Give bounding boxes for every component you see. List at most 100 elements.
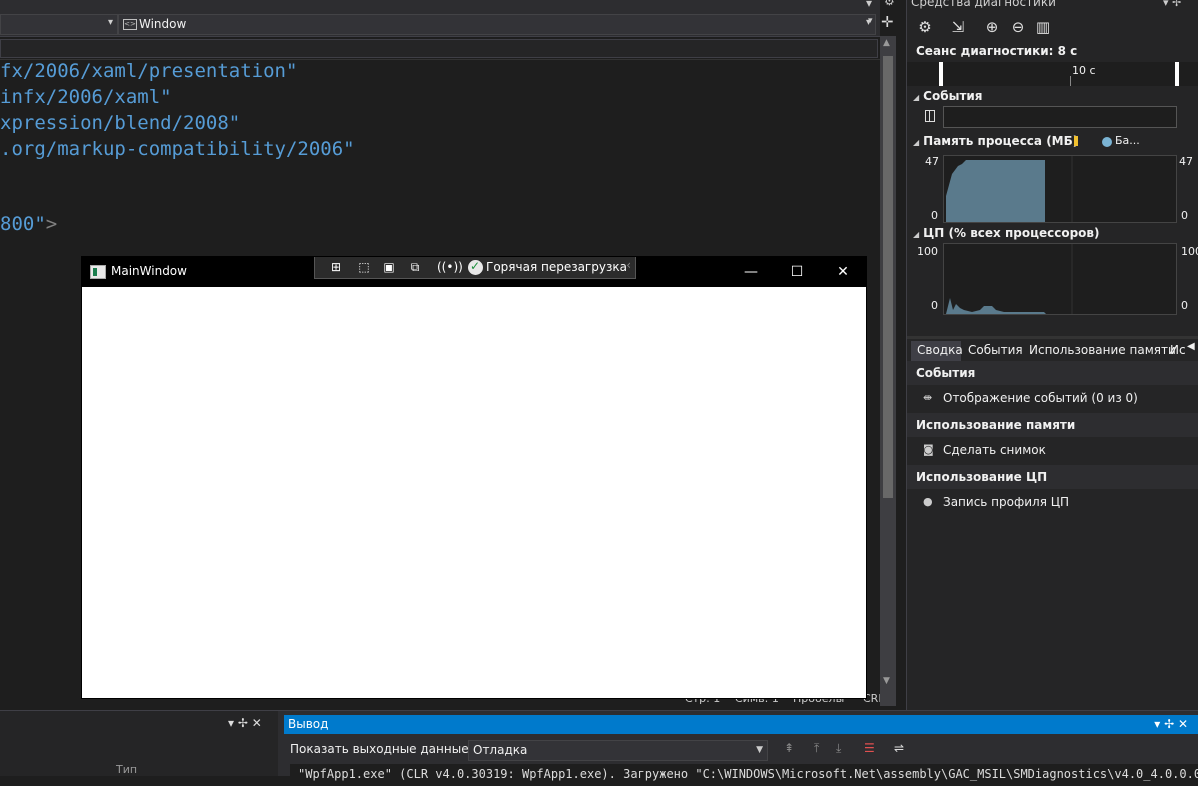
- window-title: MainWindow: [111, 264, 187, 278]
- memory-legend-dot: [1102, 137, 1112, 147]
- memory-axis-min-right: 0: [1181, 209, 1188, 222]
- navigation-bar: ▾ <> Window ▾: [0, 12, 880, 37]
- session-timeline[interactable]: 10 с: [907, 62, 1198, 86]
- xaml-runtime-toolbar: ⊞ ⬚ ▣ ⧉ ((•)) Горячая перезагрузка ‹: [314, 257, 636, 279]
- show-events-link[interactable]: Отображение событий (0 из 0): [943, 391, 1138, 405]
- memory-chart[interactable]: [943, 155, 1177, 223]
- summary-memory-header: Использование памяти: [907, 413, 1198, 437]
- member-dropdown[interactable]: <> Window ▾: [118, 14, 876, 35]
- summary-events-header: События: [907, 361, 1198, 385]
- tab-summary[interactable]: Сводка: [911, 341, 963, 361]
- memory-legend-label: Ба...: [1115, 134, 1140, 147]
- output-title: Вывод: [288, 717, 329, 731]
- panel-title: Средства диагностики: [911, 0, 1056, 9]
- next-message-icon[interactable]: ⤓: [836, 741, 841, 756]
- clear-all-icon[interactable]: ☰: [864, 741, 875, 755]
- dropdown-arrow-icon[interactable]: ▾: [866, 0, 872, 10]
- cpu-chart[interactable]: [943, 243, 1177, 315]
- chevron-down-icon: ▾: [107, 17, 113, 28]
- output-source-value: Отладка: [473, 743, 528, 757]
- member-dropdown-label: Window: [139, 17, 187, 31]
- record-cpu-profile-link[interactable]: Запись профиля ЦП: [943, 495, 1069, 509]
- code-bracket: >: [45, 213, 58, 235]
- track-focus-icon[interactable]: ⧉: [406, 259, 424, 275]
- collapse-chevron-icon[interactable]: ‹: [626, 258, 631, 272]
- minimize-button[interactable]: —: [728, 257, 774, 287]
- timeline-end-marker[interactable]: [1175, 62, 1179, 86]
- pin-close-icons[interactable]: ▾ ✢ ✕: [228, 716, 262, 730]
- window-titlebar[interactable]: MainWindow — ☐ ✕ ⊞ ⬚ ▣ ⧉ ((•)) Горячая п…: [82, 257, 866, 287]
- bottom-panels: ▾ ✢ ✕ Тип Вывод ▾ ✢ ✕ Показать выходные …: [0, 710, 1198, 786]
- memory-axis-min: 0: [931, 209, 938, 222]
- code-line: 800">: [0, 213, 57, 235]
- scroll-up-icon[interactable]: ▲: [883, 38, 890, 48]
- split-add-icon[interactable]: ✛: [881, 13, 894, 31]
- breadcrumb-bar: [0, 37, 880, 60]
- events-section-header[interactable]: ◢ События: [913, 89, 983, 103]
- close-button[interactable]: ✕: [820, 257, 866, 287]
- diag-toolbar: ⚙ ⇲ ⊕ ⊖ ▥: [907, 13, 1198, 41]
- word-wrap-icon[interactable]: ⇌: [894, 741, 904, 755]
- output-text[interactable]: "WpfApp1.exe" (CLR v4.0.30319: WpfApp1.e…: [290, 764, 1198, 786]
- type-dropdown[interactable]: ▾: [0, 14, 118, 35]
- code-line: fx/2006/xaml/presentation": [0, 60, 298, 82]
- scroll-down-icon[interactable]: ▼: [883, 676, 890, 686]
- chevron-down-icon[interactable]: ▾: [868, 16, 873, 26]
- snapshot-legend-icon: [1074, 136, 1078, 146]
- diagnostics-tabs: Сводка События Использование памяти Ис ◀: [907, 336, 1198, 363]
- tab-cpu-usage[interactable]: Ис: [1170, 343, 1186, 357]
- show-output-label: Показать выходные данные из:: [290, 742, 491, 756]
- maximize-button[interactable]: ☐: [774, 257, 820, 287]
- output-source-select[interactable]: Отладка ▼: [468, 740, 768, 761]
- cpu-axis-max: 100: [917, 245, 938, 258]
- cpu-header-label: ЦП (% всех процессоров): [923, 226, 1100, 240]
- pin-icon[interactable]: ▾ ✢: [1163, 0, 1181, 9]
- memory-graph: [946, 156, 1073, 222]
- code-line: .org/markup-compatibility/2006": [0, 138, 355, 160]
- binding-failures-icon[interactable]: ((•)): [437, 259, 463, 275]
- events-view-icon: ⇼: [923, 391, 933, 404]
- tab-memory-usage[interactable]: Использование памяти: [1029, 343, 1176, 357]
- zoom-out-icon[interactable]: ⊖: [1008, 17, 1028, 37]
- cpu-section-header[interactable]: ◢ ЦП (% всех процессоров): [913, 226, 1100, 240]
- editor-top-strip: [0, 0, 880, 12]
- zoom-in-icon[interactable]: ⊕: [982, 17, 1002, 37]
- reset-view-icon[interactable]: ▥: [1033, 17, 1053, 37]
- cpu-axis-max-right: 100: [1181, 245, 1198, 258]
- code-line: xpression/blend/2008": [0, 112, 241, 134]
- code-line: infx/2006/xaml": [0, 86, 172, 108]
- export-icon[interactable]: ⇲: [948, 17, 968, 37]
- take-snapshot-link[interactable]: Сделать снимок: [943, 443, 1046, 457]
- timeline-tick: [1070, 76, 1071, 86]
- prev-message-icon[interactable]: ⤒: [814, 741, 819, 756]
- find-message-icon[interactable]: ⇞: [784, 741, 794, 755]
- summary-cpu-header: Использование ЦП: [907, 465, 1198, 489]
- cpu-area: [946, 298, 1046, 314]
- left-tool-window: ▾ ✢ ✕ Тип: [0, 711, 278, 776]
- gear-icon[interactable]: ⚙: [884, 0, 895, 8]
- settings-gear-icon[interactable]: ⚙: [915, 17, 935, 37]
- pause-icon[interactable]: [925, 110, 935, 122]
- tab-scroll-left-icon[interactable]: ◀: [1187, 341, 1195, 352]
- memory-section-header[interactable]: ◢ Память процесса (МБ): [913, 134, 1078, 148]
- pin-close-icons[interactable]: ▾ ✢ ✕: [1154, 717, 1188, 731]
- memory-header-label: Память процесса (МБ): [923, 134, 1079, 148]
- collapse-triangle-icon: ◢: [913, 93, 920, 102]
- record-icon: ●: [923, 495, 933, 508]
- cpu-graph: [946, 244, 1073, 314]
- session-duration: Сеанс диагностики: 8 с: [916, 44, 1078, 58]
- hot-reload-label[interactable]: Горячая перезагрузка: [486, 260, 627, 274]
- chevron-down-icon: ▼: [756, 745, 763, 755]
- column-header-type[interactable]: Тип: [116, 763, 137, 776]
- tab-events[interactable]: События: [968, 343, 1023, 357]
- events-header-label: События: [923, 89, 983, 103]
- timeline-start-marker[interactable]: [939, 62, 943, 86]
- select-element-icon[interactable]: ⬚: [355, 259, 373, 275]
- app-icon: [90, 265, 106, 279]
- code-string: 800": [0, 213, 46, 235]
- display-adorners-icon[interactable]: ▣: [380, 259, 398, 275]
- scroll-thumb[interactable]: [883, 56, 893, 498]
- wpf-main-window[interactable]: MainWindow — ☐ ✕ ⊞ ⬚ ▣ ⧉ ((•)) Горячая п…: [82, 257, 866, 698]
- live-visual-tree-icon[interactable]: ⊞: [327, 259, 345, 275]
- editor-scrollbar[interactable]: ▲ ▼: [880, 36, 896, 706]
